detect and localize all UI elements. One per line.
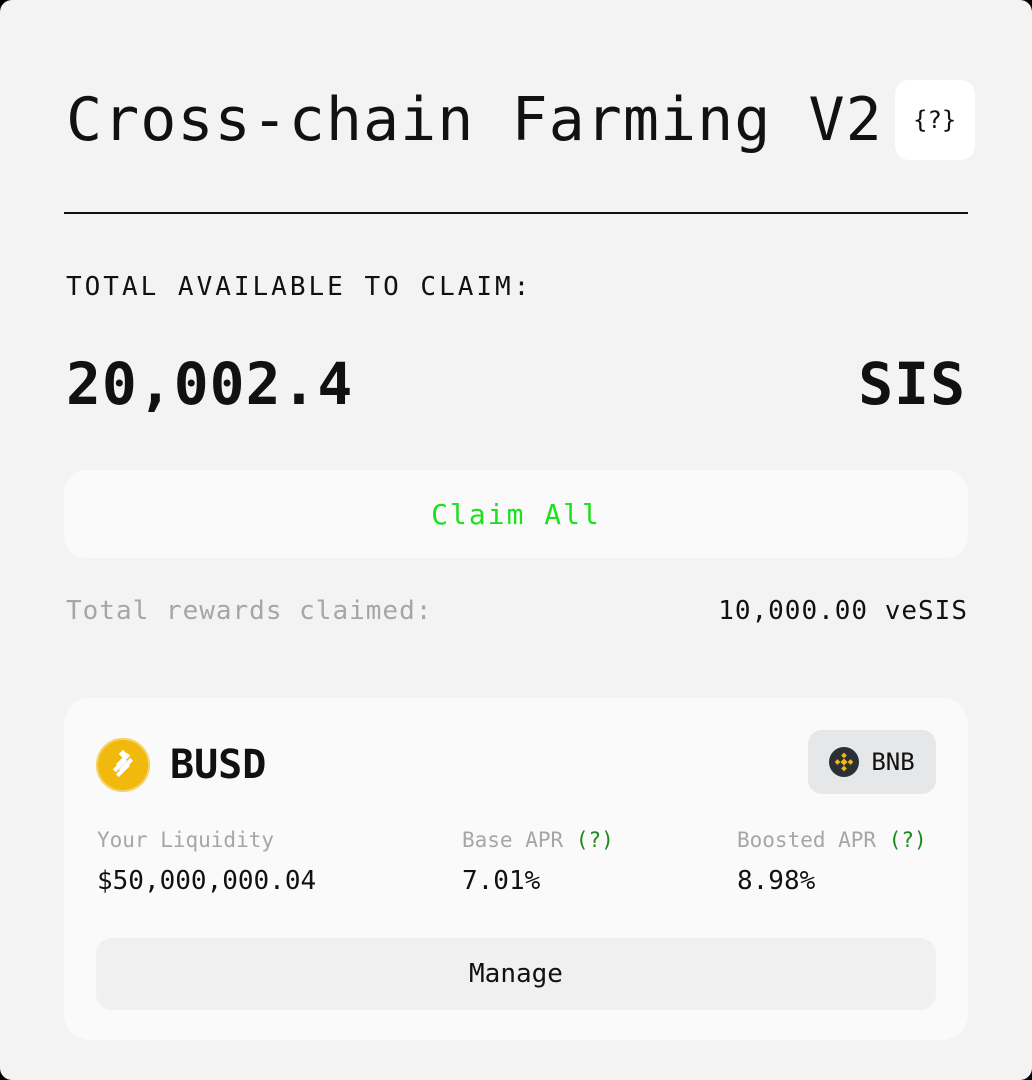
base-apr-value: 7.01% — [462, 866, 541, 896]
rewards-label: Total rewards claimed: — [66, 596, 433, 626]
liquidity-label: Your Liquidity — [97, 828, 275, 852]
farming-panel: Cross-chain Farming V2 {?} TOTAL AVAILAB… — [0, 0, 1032, 1080]
boosted-apr-value: 8.98% — [737, 866, 816, 896]
boosted-apr-label: Boosted APR — [737, 828, 877, 852]
pool-card: BUSD BNB Your Liquidity $50,000,000.04 B… — [64, 698, 968, 1040]
claim-amount: 20,002.4 — [66, 350, 354, 418]
rewards-value: 10,000.00 veSIS — [718, 596, 968, 626]
pool-token-name: BUSD — [170, 742, 267, 788]
base-apr-label-row: Base APR (?) — [462, 828, 614, 852]
claim-label: TOTAL AVAILABLE TO CLAIM: — [66, 272, 533, 302]
page-title: Cross-chain Farming V2 — [66, 85, 883, 155]
liquidity-stat: Your Liquidity $50,000,000.04 — [97, 828, 316, 896]
manage-button[interactable]: Manage — [96, 938, 936, 1010]
help-button[interactable]: {?} — [894, 80, 975, 160]
liquidity-value: $50,000,000.04 — [97, 866, 317, 896]
boosted-apr-help-button[interactable]: (?) — [889, 828, 927, 852]
rewards-row: Total rewards claimed: 10,000.00 veSIS — [66, 596, 968, 626]
header: Cross-chain Farming V2 {?} — [66, 80, 975, 160]
pool-header: BUSD — [96, 738, 266, 792]
base-apr-label: Base APR — [462, 828, 564, 852]
boosted-apr-label-row: Boosted APR (?) — [737, 828, 927, 852]
claim-all-button[interactable]: Claim All — [64, 470, 968, 558]
claim-amount-row: 20,002.4 SIS — [66, 350, 966, 418]
bnb-icon — [829, 747, 860, 777]
base-apr-help-button[interactable]: (?) — [576, 828, 614, 852]
claim-token: SIS — [858, 350, 966, 418]
chain-label: BNB — [871, 748, 915, 776]
divider — [64, 212, 968, 214]
chain-badge[interactable]: BNB — [808, 730, 936, 794]
base-apr-stat: Base APR (?) 7.01% — [462, 828, 614, 896]
busd-icon — [96, 738, 150, 792]
boosted-apr-stat: Boosted APR (?) 8.98% — [737, 828, 927, 896]
